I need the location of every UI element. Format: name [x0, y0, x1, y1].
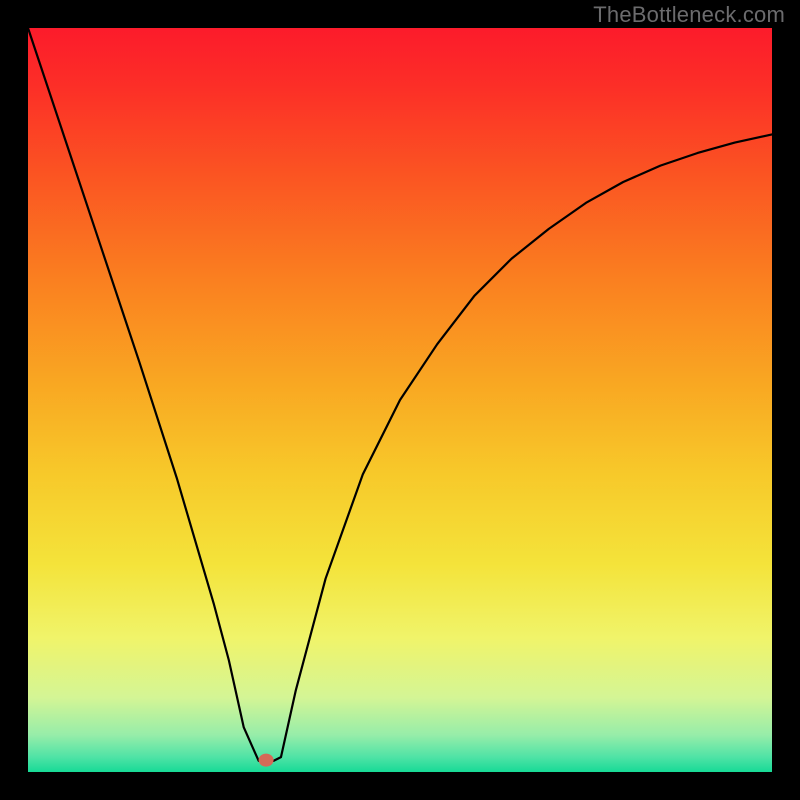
chart-frame: TheBottleneck.com	[0, 0, 800, 800]
optimal-point-marker	[259, 754, 274, 767]
watermark-text: TheBottleneck.com	[593, 2, 785, 28]
chart-svg	[0, 0, 800, 800]
